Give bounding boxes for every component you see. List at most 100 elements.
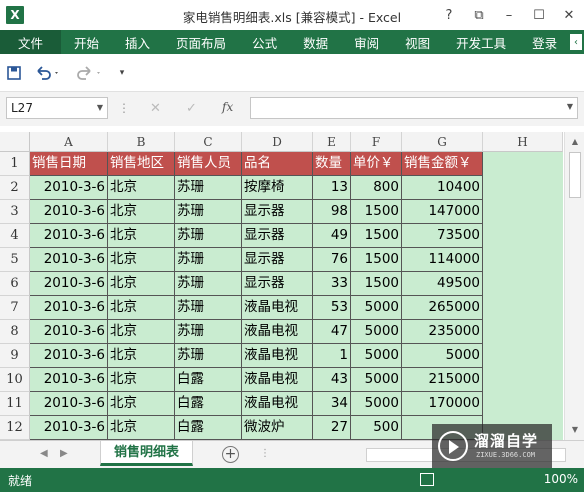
cell-amount[interactable]: 49500	[402, 272, 483, 296]
tab-page-layout[interactable]: 页面布局	[163, 30, 239, 54]
cell-product[interactable]: 液晶电视	[242, 344, 313, 368]
cell-product[interactable]: 微波炉	[242, 416, 313, 440]
cell-region[interactable]: 北京	[108, 200, 175, 224]
cell-product[interactable]: 按摩椅	[242, 176, 313, 200]
row-header[interactable]: 2	[0, 176, 30, 200]
row-header[interactable]: 12	[0, 416, 30, 440]
cell-quantity[interactable]: 47	[313, 320, 351, 344]
normal-view-icon[interactable]	[420, 473, 434, 486]
column-header[interactable]: D	[242, 132, 313, 152]
header-cell-date[interactable]: 销售日期	[30, 152, 108, 176]
cell-unit-price[interactable]: 1500	[351, 248, 402, 272]
row-header[interactable]: 11	[0, 392, 30, 416]
expand-formula-icon[interactable]: ▼	[567, 102, 573, 111]
cell-quantity[interactable]: 34	[313, 392, 351, 416]
cell-unit-price[interactable]: 800	[351, 176, 402, 200]
column-header[interactable]: H	[483, 132, 563, 152]
column-header[interactable]: C	[175, 132, 242, 152]
vertical-scrollbar[interactable]: ▲ ▼	[564, 132, 584, 440]
cell-unit-price[interactable]: 5000	[351, 320, 402, 344]
tab-review[interactable]: 审阅	[341, 30, 392, 54]
row-header[interactable]: 1	[0, 152, 30, 176]
cell-region[interactable]: 北京	[108, 320, 175, 344]
cell-unit-price[interactable]: 1500	[351, 224, 402, 248]
cell-quantity[interactable]: 1	[313, 344, 351, 368]
cell-salesperson[interactable]: 白露	[175, 368, 242, 392]
empty-cell[interactable]	[483, 248, 563, 272]
cell-region[interactable]: 北京	[108, 392, 175, 416]
cell-quantity[interactable]: 43	[313, 368, 351, 392]
cell-region[interactable]: 北京	[108, 272, 175, 296]
empty-cell[interactable]	[483, 368, 563, 392]
cell-quantity[interactable]: 76	[313, 248, 351, 272]
cell-product[interactable]: 液晶电视	[242, 392, 313, 416]
tab-formulas[interactable]: 公式	[239, 30, 290, 54]
undo-button[interactable]	[34, 64, 62, 82]
empty-cell[interactable]	[483, 152, 563, 176]
empty-cell[interactable]	[483, 296, 563, 320]
cell-unit-price[interactable]: 5000	[351, 344, 402, 368]
cell-date[interactable]: 2010-3-6	[30, 176, 108, 200]
row-header[interactable]: 9	[0, 344, 30, 368]
cell-unit-price[interactable]: 1500	[351, 272, 402, 296]
cell-date[interactable]: 2010-3-6	[30, 320, 108, 344]
drag-handle-icon[interactable]: ⋮	[118, 101, 130, 115]
tab-home[interactable]: 开始	[61, 30, 112, 54]
cell-date[interactable]: 2010-3-6	[30, 248, 108, 272]
cell-date[interactable]: 2010-3-6	[30, 296, 108, 320]
empty-cell[interactable]	[483, 176, 563, 200]
cell-region[interactable]: 北京	[108, 248, 175, 272]
cell-product[interactable]: 显示器	[242, 224, 313, 248]
cell-date[interactable]: 2010-3-6	[30, 224, 108, 248]
cell-region[interactable]: 北京	[108, 224, 175, 248]
cell-amount[interactable]: 114000	[402, 248, 483, 272]
cell-date[interactable]: 2010-3-6	[30, 200, 108, 224]
cell-region[interactable]: 北京	[108, 176, 175, 200]
ribbon-display-options-button[interactable]: ⧉	[464, 0, 494, 30]
tab-file[interactable]: 文件	[0, 30, 62, 54]
tab-view[interactable]: 视图	[392, 30, 443, 54]
next-sheet-icon[interactable]: ▶	[60, 448, 68, 459]
row-header[interactable]: 5	[0, 248, 30, 272]
cell-quantity[interactable]: 53	[313, 296, 351, 320]
empty-cell[interactable]	[483, 344, 563, 368]
chevron-left-icon[interactable]: ‹	[570, 34, 582, 50]
redo-button[interactable]	[76, 64, 104, 82]
tab-split-handle-icon[interactable]: ⋮	[260, 448, 270, 459]
cell-product[interactable]: 显示器	[242, 248, 313, 272]
scroll-thumb[interactable]	[569, 152, 581, 198]
empty-cell[interactable]	[483, 392, 563, 416]
cell-salesperson[interactable]: 苏珊	[175, 320, 242, 344]
formula-input[interactable]: ▼	[250, 97, 578, 119]
header-cell-quantity[interactable]: 数量	[313, 152, 351, 176]
insert-function-button[interactable]: fx	[222, 100, 233, 114]
cell-salesperson[interactable]: 苏珊	[175, 296, 242, 320]
cell-salesperson[interactable]: 白露	[175, 392, 242, 416]
cell-product[interactable]: 液晶电视	[242, 320, 313, 344]
empty-cell[interactable]	[483, 200, 563, 224]
row-header[interactable]: 6	[0, 272, 30, 296]
column-header[interactable]: F	[351, 132, 402, 152]
save-button[interactable]	[6, 64, 22, 82]
column-header[interactable]: A	[30, 132, 108, 152]
row-header[interactable]: 7	[0, 296, 30, 320]
cell-unit-price[interactable]: 5000	[351, 296, 402, 320]
header-cell-product[interactable]: 品名	[242, 152, 313, 176]
cell-product[interactable]: 液晶电视	[242, 296, 313, 320]
row-header[interactable]: 10	[0, 368, 30, 392]
cell-salesperson[interactable]: 苏珊	[175, 224, 242, 248]
cell-unit-price[interactable]: 500	[351, 416, 402, 440]
tab-insert[interactable]: 插入	[112, 30, 163, 54]
maximize-button[interactable]: ☐	[524, 0, 554, 30]
cell-salesperson[interactable]: 苏珊	[175, 200, 242, 224]
cell-date[interactable]: 2010-3-6	[30, 416, 108, 440]
cell-salesperson[interactable]: 苏珊	[175, 272, 242, 296]
row-header[interactable]: 4	[0, 224, 30, 248]
scroll-up-icon[interactable]: ▲	[568, 135, 582, 149]
cell-amount[interactable]: 215000	[402, 368, 483, 392]
cell-date[interactable]: 2010-3-6	[30, 392, 108, 416]
cell-quantity[interactable]: 27	[313, 416, 351, 440]
select-all-corner[interactable]	[0, 132, 30, 152]
add-sheet-button[interactable]: +	[222, 446, 239, 463]
cell-amount[interactable]: 265000	[402, 296, 483, 320]
